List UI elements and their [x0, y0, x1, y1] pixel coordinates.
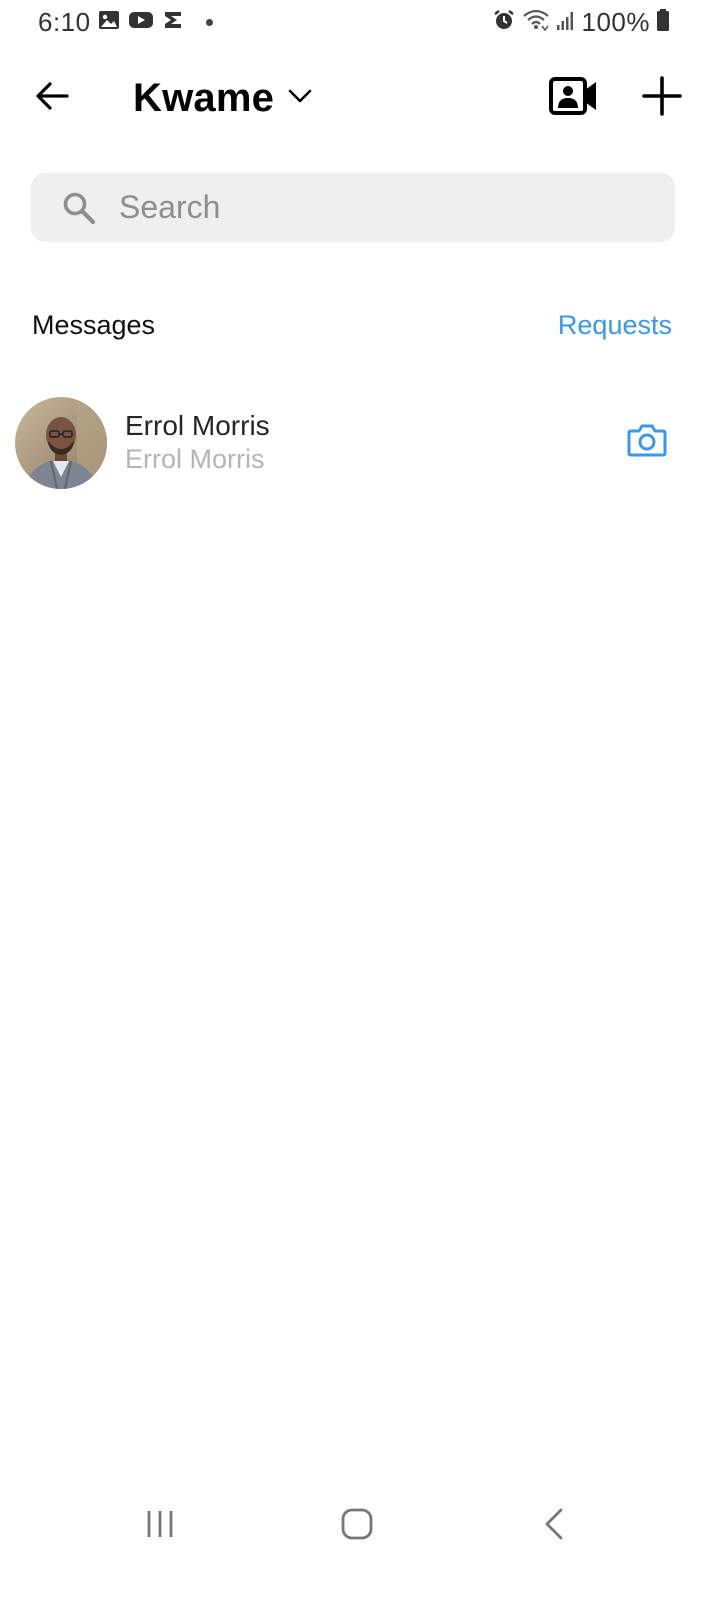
s-app-icon	[162, 9, 184, 36]
back-nav-icon	[543, 1508, 565, 1545]
new-message-button[interactable]	[636, 72, 688, 124]
home-button[interactable]	[333, 1504, 381, 1548]
camera-icon	[627, 423, 667, 462]
search-input[interactable]	[119, 189, 639, 226]
messages-heading: Messages	[32, 309, 156, 340]
status-time: 6:10	[38, 7, 91, 37]
back-button[interactable]	[28, 74, 76, 122]
search-icon	[61, 190, 97, 226]
notification-dot	[206, 18, 213, 26]
battery-level: 100%	[581, 6, 650, 37]
messages-section-header: Messages Requests	[32, 305, 672, 345]
arrow-left-icon	[35, 81, 69, 115]
account-name: Kwame	[133, 75, 275, 120]
conversation-row[interactable]: Errol Morris Errol Morris	[0, 388, 720, 498]
conversation-preview: Errol Morris	[125, 444, 265, 474]
header: Kwame	[0, 60, 720, 140]
account-switcher[interactable]: Kwame	[133, 70, 312, 126]
alarm-icon	[492, 8, 516, 37]
gallery-icon	[98, 10, 120, 35]
back-nav-button[interactable]	[530, 1504, 578, 1548]
chevron-down-icon	[288, 88, 312, 109]
status-right: 100%	[492, 7, 671, 37]
battery-icon	[656, 8, 670, 37]
video-call-button[interactable]	[545, 72, 603, 124]
recent-apps-icon	[145, 1509, 175, 1544]
search-bar[interactable]	[31, 173, 675, 242]
video-call-icon	[549, 76, 599, 121]
status-notification-icons	[98, 8, 213, 36]
home-icon	[341, 1508, 373, 1545]
youtube-icon	[128, 10, 154, 35]
system-nav-bar	[0, 1490, 720, 1560]
status-bar: 6:10 100%	[0, 0, 720, 44]
signal-icon	[556, 9, 576, 36]
avatar	[15, 397, 107, 489]
recent-apps-button[interactable]	[136, 1504, 184, 1548]
requests-link[interactable]: Requests	[558, 310, 672, 341]
conversation-name: Errol Morris	[125, 410, 270, 441]
camera-button[interactable]	[624, 421, 670, 463]
plus-icon	[641, 75, 683, 122]
wifi-icon	[522, 8, 550, 37]
